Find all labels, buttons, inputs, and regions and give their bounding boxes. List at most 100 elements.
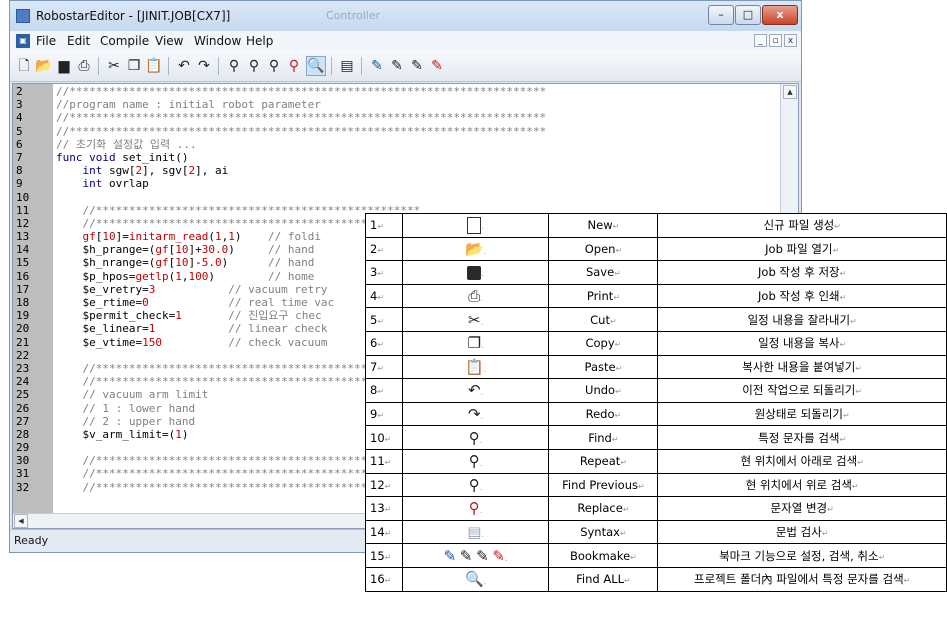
command-description-text: 일정 내용을 잘라내기 (747, 312, 851, 327)
command-description-text: 신규 파일 생성 (763, 218, 835, 233)
return-mark: ↵ (377, 293, 385, 303)
anchor-mark: . (479, 482, 483, 493)
undo-icon[interactable]: ↶ (174, 56, 194, 76)
menu-view[interactable]: View (155, 34, 183, 48)
save-icon[interactable]: ▆ (54, 56, 74, 76)
code-text: //**************************************… (56, 124, 547, 138)
cut-icon[interactable]: ✂ (104, 56, 124, 76)
anchor-mark: . (480, 412, 484, 423)
mdi-minimize-button[interactable]: _ (754, 34, 767, 47)
minimize-button[interactable]: – (708, 5, 734, 25)
line-number: 17 (16, 282, 30, 296)
command-name: Paste↵ (548, 354, 659, 380)
menu-compile[interactable]: Compile (100, 34, 149, 48)
return-mark: ↵ (851, 481, 859, 491)
command-name: Open↵ (548, 236, 659, 262)
menu-edit[interactable]: Edit (67, 34, 90, 48)
title-bar[interactable]: RobostarEditor - [JINIT.JOB[CX7]] Contro… (10, 1, 801, 31)
window-title: RobostarEditor - [JINIT.JOB[CX7]] (36, 9, 231, 23)
scroll-up-button[interactable]: ▲ (783, 85, 797, 99)
command-description: 이전 작업으로 되돌리기↵ (657, 378, 947, 403)
line-number: 28 (16, 427, 30, 441)
toolbar-separator (98, 57, 99, 75)
table-row: 15↵ ✎ ✎ ✎ ✎. Bookmake↵ 북마크 기능으로 설정, 검색, 취소↵ (365, 543, 947, 568)
bookmark-prev-icon[interactable]: ✎ (407, 56, 427, 76)
command-description-text: 현 위치에서 위로 검색 (745, 477, 852, 492)
table-row: 3↵. Save↵ Job 작성 후 저장↵ (365, 260, 947, 285)
code-text: // 2 : upper hand (82, 414, 196, 428)
command-description-text: 현 위치에서 아래로 검색 (740, 454, 858, 469)
find-icon: ⚲. (401, 425, 550, 450)
line-number: 7 (16, 150, 23, 164)
table-row: 13↵ ⚲. Replace↵ 문자열 변경↵ (365, 496, 947, 521)
mdi-restore-button[interactable]: ▫ (769, 34, 782, 47)
line-number: 19 (16, 309, 30, 323)
anchor-mark: . (504, 553, 508, 564)
command-description: Job 작성 후 저장↵ (657, 260, 947, 285)
command-name: Cut↵ (548, 307, 659, 332)
find-all-icon: 🔍. (401, 566, 550, 592)
find-all-icon[interactable]: 🔍 (306, 56, 326, 76)
copy-icon[interactable]: ❐ (124, 56, 144, 76)
print-icon: ⎙. (401, 283, 550, 309)
anchor-mark: . (483, 246, 487, 257)
command-description-text: 특정 문자를 검색 (758, 430, 840, 445)
anchor-mark: . (480, 294, 484, 305)
command-description: 프로젝트 폴더內 파일에서 특정 문자를 검색↵ (657, 566, 947, 592)
open-icon: 📂. (401, 236, 550, 262)
copy-icon: ❐. (401, 330, 550, 356)
row-number: 15↵ (365, 543, 403, 568)
return-mark: ↵ (619, 529, 627, 539)
command-name: Undo↵ (548, 378, 659, 403)
bookmark-next-icon[interactable]: ✎ (387, 56, 407, 76)
new-icon[interactable]: 🗋 (14, 56, 34, 76)
line-number: 22 (16, 348, 30, 362)
command-description: 일정 내용을 잘라내기↵ (657, 307, 947, 332)
line-number: 10 (16, 190, 30, 204)
print-icon[interactable]: ⎙ (74, 56, 94, 76)
find-icon[interactable]: ⚲ (224, 56, 244, 76)
line-number: 16 (16, 269, 30, 283)
table-row: 14↵ ▤. Syntax↵ 문법 검사↵ (365, 519, 947, 545)
menu-file[interactable]: File (36, 34, 56, 48)
anchor-mark: . (483, 364, 487, 375)
table-row: 7↵ 📋. Paste↵ 복사한 내용을 붙여넣기↵ (365, 354, 947, 380)
scroll-left-button[interactable]: ◀ (14, 514, 28, 528)
paste-icon[interactable]: 📋 (144, 56, 164, 76)
return-mark: ↵ (615, 363, 623, 373)
return-mark: ↵ (614, 340, 622, 350)
command-name-text: Find Previous (562, 477, 638, 492)
find-previous-icon[interactable]: ⚲ (264, 56, 284, 76)
line-number: 21 (16, 335, 30, 349)
row-number-text: 13 (370, 501, 385, 516)
document-icon[interactable]: ▣ (16, 34, 30, 48)
return-mark: ↵ (614, 411, 622, 421)
return-mark: ↵ (832, 245, 840, 255)
menu-help[interactable]: Help (246, 34, 273, 48)
table-row: 16↵ 🔍. Find ALL↵ 프로젝트 폴더內 파일에서 특정 문자를 검색↵ (365, 566, 947, 592)
code-text: $h_nrange=(gf[10]-5.0) // hand (56, 256, 315, 270)
return-mark: ↵ (377, 269, 385, 279)
mdi-close-button[interactable]: x (784, 34, 797, 47)
close-button[interactable]: x (762, 5, 798, 25)
table-row: 1↵. New↵ 신규 파일 생성↵ (365, 213, 947, 238)
new-icon: . (401, 213, 550, 238)
bookmark-clear-icon[interactable]: ✎ (427, 56, 447, 76)
replace-icon[interactable]: ⚲ (284, 56, 304, 76)
repeat-icon[interactable]: ⚲ (244, 56, 264, 76)
command-name: Syntax↵ (548, 519, 659, 545)
code-text: int sgw[2], sgv[2], ai (82, 164, 229, 178)
maximize-button[interactable]: □ (735, 5, 761, 25)
line-number: 32 (16, 480, 30, 494)
anchor-mark: . (480, 388, 484, 399)
command-name-text: Open (584, 241, 616, 256)
syntax-icon[interactable]: ▤ (337, 56, 357, 76)
menu-window[interactable]: Window (194, 34, 241, 48)
toolbar: 🗋 📂 ▆ ⎙ ✂ ❐ 📋 ↶ ↷ ⚲ ⚲ ⚲ ⚲ 🔍 ▤ ✎ ✎ ✎ ✎ (10, 51, 801, 82)
line-number: 29 (16, 441, 30, 455)
bookmark-icon[interactable]: ✎ (367, 56, 387, 76)
redo-icon[interactable]: ↷ (194, 56, 214, 76)
row-number: 13↵ (365, 496, 403, 521)
open-icon[interactable]: 📂 (34, 56, 54, 76)
row-number: 10↵ (365, 425, 403, 450)
